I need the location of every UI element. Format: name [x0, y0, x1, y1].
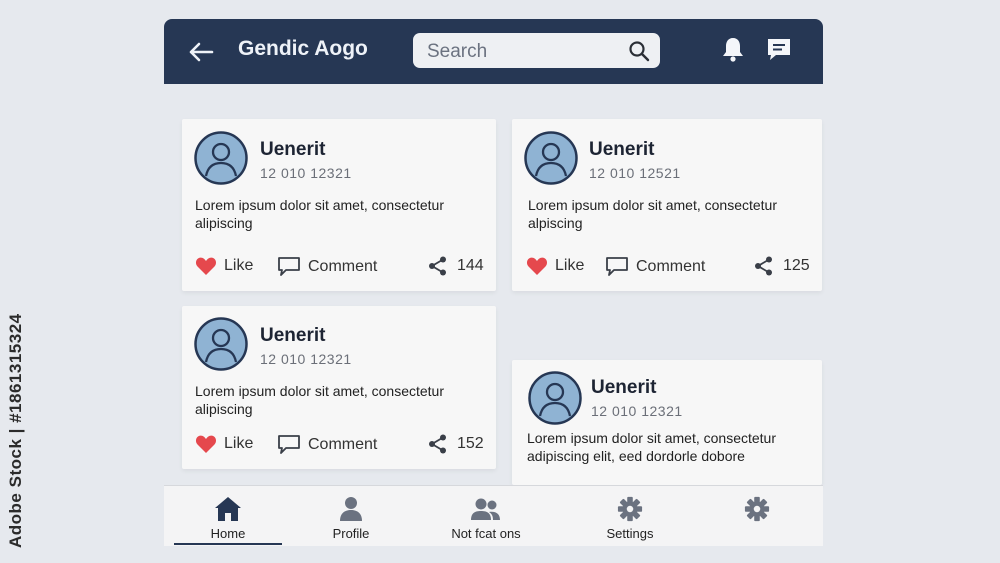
bell-icon[interactable] [720, 35, 746, 63]
post-text-line: Lorem ipsum dolor sit amet, consectetur [528, 197, 777, 213]
active-tab-indicator [174, 543, 282, 545]
post-text: Lorem ipsum dolor sit amet, consectetur … [195, 382, 480, 418]
comment-label: Comment [308, 435, 378, 453]
share-icon [755, 256, 772, 276]
app-window: Gendic Aogo Uenerit 12 010 12321 Lor [164, 19, 823, 546]
post-text-line: alipiscing [195, 401, 253, 417]
avatar-icon [194, 317, 248, 371]
chat-icon[interactable] [765, 36, 793, 63]
post-timestamp: 12 010 12321 [260, 165, 352, 181]
comment-label: Comment [636, 257, 706, 275]
search-bar[interactable] [413, 33, 660, 70]
post-timestamp: 12 010 12321 [591, 403, 683, 419]
nav-item-settings[interactable]: Settings [575, 496, 685, 541]
comment-button[interactable]: Comment [605, 256, 705, 277]
share-count: 152 [457, 435, 484, 452]
bottom-nav: Home Profile Not fcat ons Settings [164, 485, 823, 546]
share-count: 144 [457, 257, 484, 274]
gear-icon [744, 496, 770, 522]
post-card: Uenerit 12 010 12521 Lorem ipsum dolor s… [512, 119, 822, 291]
heart-icon [526, 257, 548, 275]
app-title: Gendic Aogo [238, 37, 368, 60]
nav-item-notifications[interactable]: Not fcat ons [431, 496, 541, 541]
post-text-line: Lorem ipsum dolor sit amet, consectetur [527, 430, 776, 446]
post-username[interactable]: Uenerit [260, 325, 325, 347]
nav-label: Home [210, 526, 246, 541]
comment-icon [606, 257, 628, 276]
share-button[interactable]: 125 [754, 256, 810, 276]
post-timestamp: 12 010 12321 [260, 351, 352, 367]
users-icon [471, 498, 500, 520]
like-button[interactable]: Like [526, 256, 584, 276]
comment-icon [278, 435, 300, 454]
post-username[interactable]: Uenerit [591, 377, 656, 399]
search-input[interactable] [425, 33, 619, 70]
post-text-line: Lorem ipsum dolor sit amet, consectetur [195, 197, 444, 213]
post-username[interactable]: Uenerit [260, 139, 325, 161]
nav-label: Not fcat ons [451, 526, 521, 541]
post-text-line: Lorem ipsum dolor sit amet, consectetur [195, 383, 444, 399]
nav-item-profile[interactable]: Profile [296, 496, 406, 541]
post-card: Uenerit 12 010 12321 Lorem ipsum dolor s… [512, 360, 822, 485]
post-timestamp: 12 010 12521 [589, 165, 681, 181]
avatar-icon [524, 131, 578, 185]
comment-label: Comment [308, 257, 378, 275]
comment-button[interactable]: Comment [277, 256, 377, 277]
like-label: Like [224, 435, 254, 452]
like-label: Like [224, 257, 254, 274]
like-button[interactable]: Like [195, 434, 253, 454]
top-bar: Gendic Aogo [164, 19, 823, 84]
nav-label: Settings [606, 526, 654, 541]
gear-icon [617, 496, 643, 522]
avatar-icon [528, 371, 582, 425]
post-text-line: adipiscing elit, eed dordorle dobore [527, 448, 745, 464]
user-icon [340, 497, 362, 521]
nav-label: Profile [332, 526, 370, 541]
like-label: Like [555, 257, 585, 274]
post-text: Lorem ipsum dolor sit amet, consectetur … [527, 429, 812, 465]
share-icon [429, 434, 446, 454]
back-arrow-icon[interactable] [186, 37, 216, 67]
like-button[interactable]: Like [195, 256, 253, 276]
post-text: Lorem ipsum dolor sit amet, consectetur … [528, 196, 813, 232]
post-card: Uenerit 12 010 12321 Lorem ipsum dolor s… [182, 306, 496, 469]
post-text: Lorem ipsum dolor sit amet, consectetur … [195, 196, 480, 232]
nav-item-home[interactable]: Home [173, 496, 283, 541]
comment-button[interactable]: Comment [277, 434, 377, 455]
watermark-text: Adobe Stock | #1861315324 [6, 313, 25, 548]
search-icon[interactable] [628, 40, 650, 62]
heart-icon [195, 435, 217, 453]
avatar-icon [194, 131, 248, 185]
post-text-line: alpiscing [528, 215, 583, 231]
share-count: 125 [783, 257, 810, 274]
post-username[interactable]: Uenerit [589, 139, 654, 161]
home-icon [215, 497, 241, 521]
share-button[interactable]: 144 [428, 256, 484, 276]
share-button[interactable]: 152 [428, 434, 484, 454]
comment-icon [278, 257, 300, 276]
post-card: Uenerit 12 010 12321 Lorem ipsum dolor s… [182, 119, 496, 291]
nav-item-more-settings[interactable] [702, 496, 812, 526]
heart-icon [195, 257, 217, 275]
share-icon [429, 256, 446, 276]
post-text-line: alipiscing [195, 215, 253, 231]
